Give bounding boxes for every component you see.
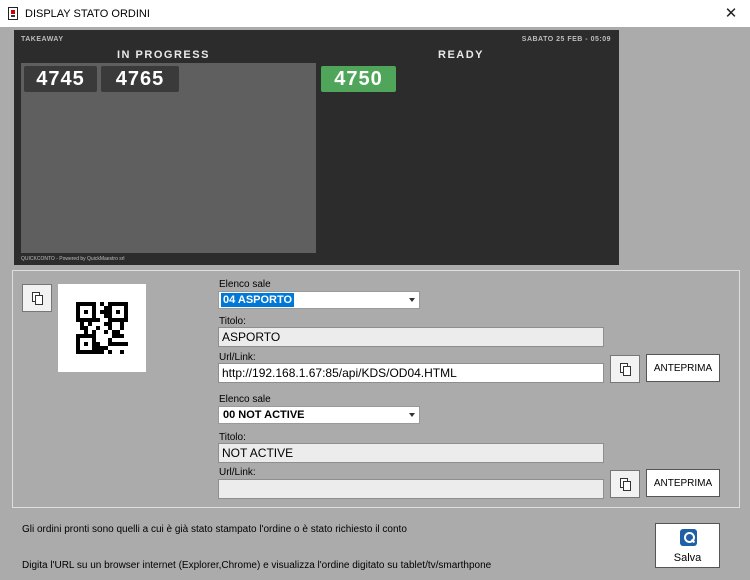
close-button[interactable]: ✕ bbox=[720, 4, 742, 22]
order-ticket-in-progress: 4765 bbox=[101, 66, 179, 92]
title-field-1[interactable]: ASPORTO bbox=[218, 327, 604, 347]
info-text-ready-orders: Gli ordini pronti sono quelli a cui è gi… bbox=[22, 524, 407, 535]
room-select-2[interactable]: 00 NOT ACTIVE bbox=[218, 406, 420, 424]
qr-code-icon bbox=[76, 302, 128, 354]
copy-icon bbox=[31, 291, 43, 305]
chevron-down-icon bbox=[409, 413, 415, 417]
preview-mode-label: TAKEAWAY bbox=[21, 36, 64, 43]
order-ticket-in-progress: 4745 bbox=[24, 66, 97, 92]
room-select-1-value: 04 ASPORTO bbox=[221, 293, 295, 307]
title-bar: DISPLAY STATO ORDINI ✕ bbox=[0, 0, 750, 27]
url-label-1: Url/Link: bbox=[219, 352, 256, 363]
display-preview: TAKEAWAY SABATO 25 FEB - 05:09 IN PROGRE… bbox=[14, 30, 619, 265]
ready-heading: READY bbox=[438, 49, 485, 61]
preview-datetime: SABATO 25 FEB - 05:09 bbox=[521, 36, 611, 43]
preview-button-1[interactable]: ANTEPRIMA bbox=[646, 354, 720, 382]
title-field-2[interactable]: NOT ACTIVE bbox=[218, 443, 604, 463]
chevron-down-icon bbox=[409, 298, 415, 302]
title-label-1: Titolo: bbox=[219, 316, 246, 327]
in-progress-panel: 4745 4765 bbox=[21, 63, 316, 253]
save-button-label: Salva bbox=[673, 552, 702, 564]
order-ticket-ready: 4750 bbox=[321, 66, 396, 92]
rooms-label-2: Elenco sale bbox=[219, 394, 271, 405]
window-title: DISPLAY STATO ORDINI bbox=[25, 8, 150, 20]
copy-qr-button[interactable] bbox=[22, 284, 52, 312]
in-progress-heading: IN PROGRESS bbox=[117, 49, 210, 61]
copy-url-button-2[interactable] bbox=[610, 470, 640, 498]
rooms-label-1: Elenco sale bbox=[219, 279, 271, 290]
preview-button-2[interactable]: ANTEPRIMA bbox=[646, 469, 720, 497]
preview-footer: QUICKCONTO - Powered by QuickMaestro srl bbox=[21, 256, 125, 262]
url-field-2[interactable] bbox=[218, 479, 604, 499]
url-label-2: Url/Link: bbox=[219, 467, 256, 478]
title-label-2: Titolo: bbox=[219, 432, 246, 443]
info-text-url-usage: Digita l'URL su un browser internet (Exp… bbox=[22, 560, 492, 571]
save-button[interactable]: Salva bbox=[655, 523, 720, 568]
url-field-1[interactable]: http://192.168.1.67:85/api/KDS/OD04.HTML bbox=[218, 363, 604, 383]
room-select-1[interactable]: 04 ASPORTO bbox=[218, 291, 420, 309]
copy-icon bbox=[619, 477, 631, 491]
copy-icon bbox=[619, 362, 631, 376]
search-globe-icon bbox=[680, 529, 697, 546]
app-icon bbox=[8, 7, 18, 20]
copy-url-button-1[interactable] bbox=[610, 355, 640, 383]
qr-code-box bbox=[58, 284, 146, 372]
room-select-2-value: 00 NOT ACTIVE bbox=[223, 409, 305, 421]
